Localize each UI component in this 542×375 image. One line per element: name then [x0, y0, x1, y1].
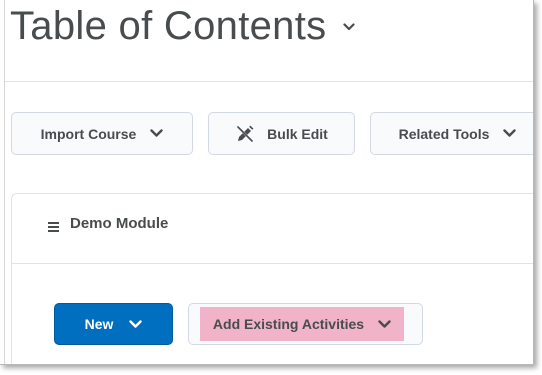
- add-existing-activities-button[interactable]: Add Existing Activities: [188, 303, 423, 345]
- import-course-label: Import Course: [40, 125, 137, 142]
- left-border: [4, 0, 5, 364]
- content-window: Table of Contents Import Course Bulk Edi…: [0, 0, 534, 365]
- chevron-down-icon: [503, 129, 517, 138]
- page-title: Table of Contents: [10, 3, 327, 48]
- chevron-down-icon: [150, 129, 164, 138]
- import-course-button[interactable]: Import Course: [11, 112, 193, 155]
- drag-handle-icon[interactable]: [47, 220, 59, 234]
- title-chevron-down-icon[interactable]: [342, 20, 356, 34]
- page-header: Table of Contents: [10, 2, 356, 50]
- related-tools-button[interactable]: Related Tools: [370, 112, 533, 155]
- highlight-overlay: Add Existing Activities: [200, 307, 404, 341]
- module-title[interactable]: Demo Module: [70, 215, 168, 232]
- bulk-edit-button[interactable]: Bulk Edit: [208, 112, 355, 155]
- new-label: New: [84, 316, 114, 332]
- header-divider: [5, 81, 533, 82]
- related-tools-label: Related Tools: [398, 125, 490, 142]
- add-existing-activities-label: Add Existing Activities: [212, 316, 365, 332]
- chevron-down-icon: [129, 319, 143, 329]
- bulk-edit-label: Bulk Edit: [267, 125, 328, 142]
- new-button[interactable]: New: [54, 303, 173, 345]
- chevron-down-icon: [378, 319, 391, 329]
- pencil-icon: [235, 124, 255, 144]
- module-header: Demo Module: [12, 194, 533, 264]
